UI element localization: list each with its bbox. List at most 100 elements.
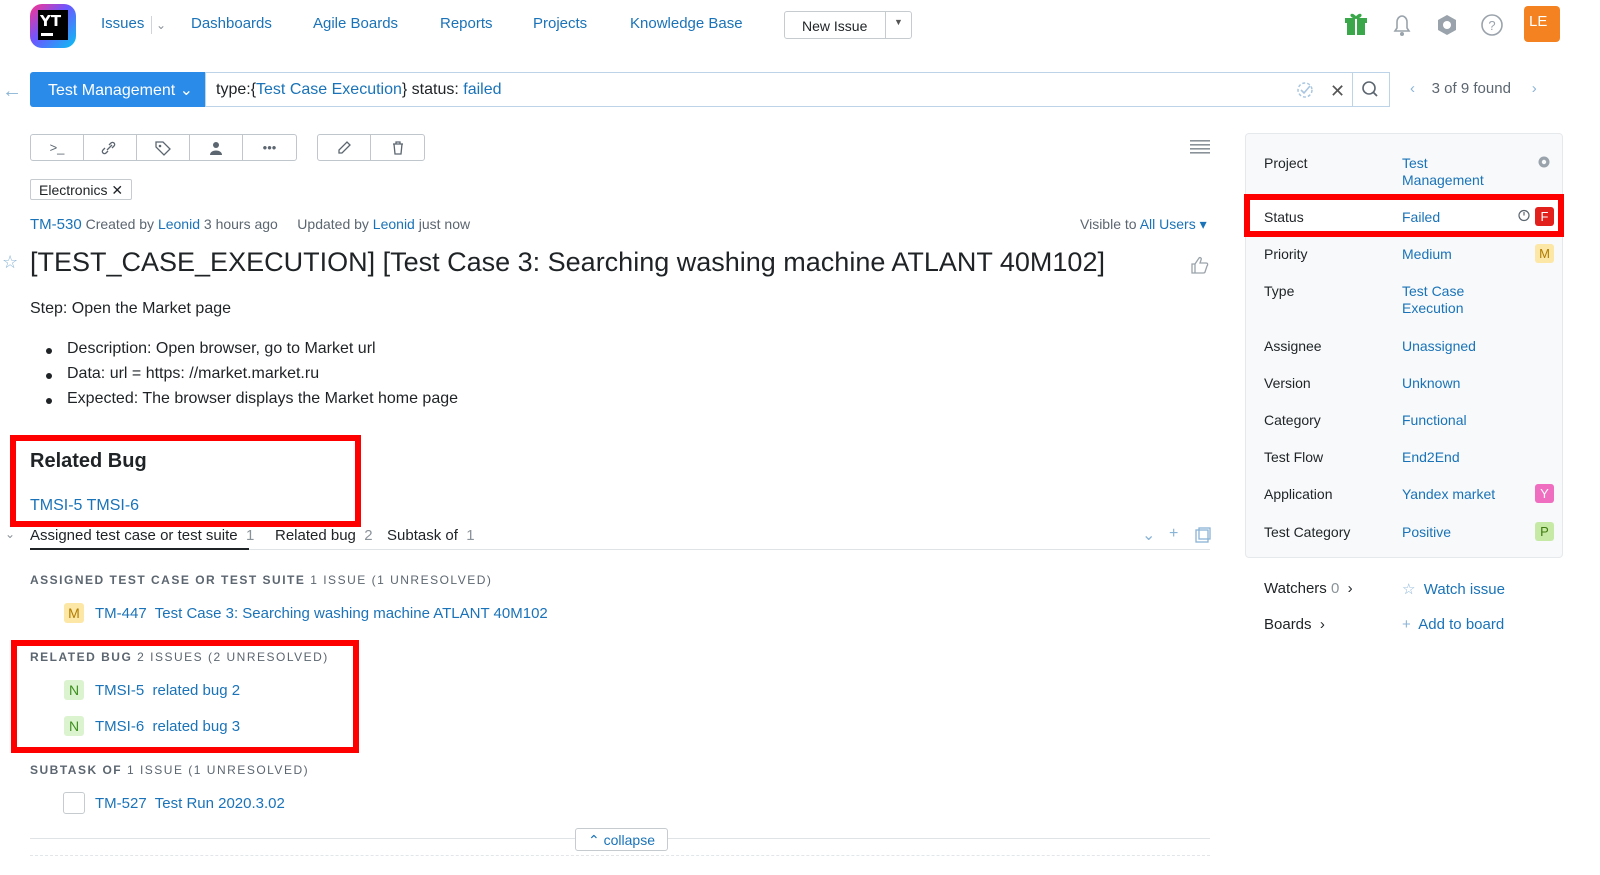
add-to-board-label: Add to board — [1418, 616, 1505, 633]
chevron-down-icon[interactable]: ⌄ — [156, 18, 166, 32]
watchers-link[interactable]: Watchers 0 › — [1264, 580, 1353, 597]
new-issue-divider — [885, 12, 886, 38]
field-label-assignee: Assignee — [1264, 338, 1322, 354]
watch-issue-button[interactable]: ☆ Watch issue — [1402, 580, 1505, 598]
logo-underline — [41, 33, 53, 36]
query-status-value: failed — [463, 81, 502, 98]
help-icon[interactable]: ? — [1479, 12, 1505, 38]
trash-icon — [392, 140, 403, 155]
created-by-user[interactable]: Leonid — [158, 216, 200, 232]
bell-icon[interactable] — [1389, 12, 1415, 38]
nav-issues[interactable]: Issues — [101, 15, 144, 32]
menu-lines-icon[interactable] — [1190, 140, 1210, 154]
field-value-test-flow[interactable]: End2End — [1402, 449, 1532, 466]
next-result-icon[interactable]: › — [1532, 80, 1537, 97]
visibility-selector[interactable]: All Users ▾ — [1140, 216, 1207, 232]
watchers-count: 0 — [1330, 580, 1340, 597]
edit-button[interactable] — [318, 135, 371, 160]
field-value-test-category[interactable]: Positive — [1402, 524, 1532, 541]
list-item[interactable]: TM-527 Test Run 2020.3.02 — [95, 795, 285, 812]
nav-knowledge-base[interactable]: Knowledge Base — [630, 15, 743, 32]
linked-issue-summary[interactable]: Test Run 2020.3.02 — [155, 795, 285, 812]
query-prefix: type:{ — [216, 81, 257, 98]
tab-count: 2 — [364, 527, 373, 544]
priority-badge: M — [64, 603, 84, 623]
more-button[interactable]: ••• — [243, 135, 296, 160]
nav-separator — [151, 16, 152, 34]
back-arrow-icon[interactable]: ← — [2, 80, 22, 103]
previous-result-icon[interactable]: ‹ — [1410, 80, 1415, 97]
gear-icon[interactable] — [1537, 155, 1551, 169]
field-value-version[interactable]: Unknown — [1402, 375, 1532, 392]
star-icon[interactable]: ☆ — [2, 252, 18, 273]
field-value-assignee[interactable]: Unassigned — [1402, 338, 1532, 355]
search-query-text: type:{Test Case Execution} status: faile… — [216, 81, 502, 99]
linked-issue-id[interactable]: TM-447 — [95, 605, 147, 622]
tab-assigned-test-case[interactable]: Assigned test case or test suite 1 — [30, 527, 254, 544]
nav-agile-boards[interactable]: Agile Boards — [313, 15, 398, 32]
nav-projects[interactable]: Projects — [533, 15, 587, 32]
section-title: ASSIGNED TEST CASE OR TEST SUITE — [30, 573, 306, 587]
field-value-category[interactable]: Functional — [1402, 412, 1532, 429]
search-button[interactable] — [1352, 72, 1390, 107]
open-list-icon[interactable] — [1195, 527, 1211, 543]
nav-dashboards[interactable]: Dashboards — [191, 15, 272, 32]
logo-text: YT — [40, 12, 62, 30]
dropdown-arrow-icon[interactable]: ▼ — [894, 17, 903, 27]
thumbs-up-icon[interactable] — [1190, 255, 1210, 275]
chevron-right-icon: › — [1319, 616, 1325, 633]
tab-count: 1 — [466, 527, 475, 544]
query-type-value: Test Case Execution — [256, 81, 402, 98]
nav-reports[interactable]: Reports — [440, 15, 493, 32]
tab-subtask-of[interactable]: Subtask of 1 — [387, 527, 475, 544]
field-value-type[interactable]: Test Case Execution — [1402, 283, 1532, 317]
issue-id[interactable]: TM-530 — [30, 216, 82, 233]
bottom-divider — [30, 855, 1210, 856]
subtask-section-heading: SUBTASK OF 1 ISSUE (1 UNRESOLVED) — [30, 763, 309, 777]
clear-query-icon[interactable]: ✕ — [1330, 81, 1345, 102]
linked-issue-id[interactable]: TM-527 — [95, 795, 147, 812]
highlight-box-related-bug — [10, 435, 361, 527]
chevron-down-icon[interactable]: ⌄ — [5, 527, 15, 541]
tag-icon — [155, 140, 171, 156]
field-value-project[interactable]: Test Management — [1402, 155, 1532, 189]
field-label-priority: Priority — [1264, 246, 1308, 262]
delete-button[interactable] — [371, 135, 424, 160]
check-query-icon[interactable] — [1296, 81, 1314, 99]
tag-electronics[interactable]: Electronics ✕ — [30, 179, 133, 200]
field-label-test-flow: Test Flow — [1264, 449, 1324, 465]
expand-links-icon[interactable]: ⌄ — [1142, 525, 1155, 545]
visible-prefix: Visible to — [1080, 216, 1137, 232]
search-query-input[interactable]: type:{Test Case Execution} status: faile… — [205, 72, 1353, 107]
linked-issue-summary[interactable]: Test Case 3: Searching washing machine A… — [155, 605, 548, 622]
list-item[interactable]: TM-447 Test Case 3: Searching washing ma… — [95, 605, 548, 622]
field-label-project: Project — [1264, 155, 1308, 171]
visibility: Visible to All Users ▾ — [1080, 216, 1207, 233]
tab-related-bug[interactable]: Related bug 2 — [275, 527, 373, 544]
field-value-application[interactable]: Yandex market — [1402, 486, 1532, 503]
new-issue-label: New Issue — [802, 18, 868, 34]
issue-meta: TM-530 Created by Leonid 3 hours ago Upd… — [30, 216, 470, 233]
test-category-badge: P — [1535, 522, 1554, 541]
boards-link[interactable]: Boards › — [1264, 616, 1325, 633]
collapse-button[interactable]: ⌃ collapse — [575, 828, 668, 851]
youtrack-logo[interactable]: YT — [30, 4, 76, 48]
tab-label: Assigned test case or test suite — [30, 527, 238, 544]
hub-icon[interactable] — [1434, 12, 1460, 38]
tag-button[interactable] — [137, 135, 190, 160]
section-count: 1 ISSUE (1 UNRESOLVED) — [310, 573, 493, 587]
project-context-button[interactable]: Test Management ⌄ — [30, 72, 206, 107]
new-issue-button[interactable]: New Issue ▼ — [784, 11, 912, 39]
list-item: Data: url = https: //market.market.ru — [45, 365, 458, 390]
gift-icon[interactable] — [1343, 12, 1369, 38]
add-to-board-button[interactable]: + Add to board — [1402, 616, 1504, 633]
field-value-priority[interactable]: Medium — [1402, 246, 1532, 263]
updated-by-user[interactable]: Leonid — [373, 216, 415, 232]
add-link-icon[interactable]: + — [1169, 525, 1178, 543]
link-button[interactable] — [84, 135, 137, 160]
assign-button[interactable] — [190, 135, 243, 160]
command-button[interactable]: >_ — [31, 135, 84, 160]
issue-toolbar-right — [317, 134, 425, 161]
user-avatar[interactable]: LE — [1524, 6, 1560, 42]
issue-toolbar-left: >_ ••• — [30, 134, 297, 161]
